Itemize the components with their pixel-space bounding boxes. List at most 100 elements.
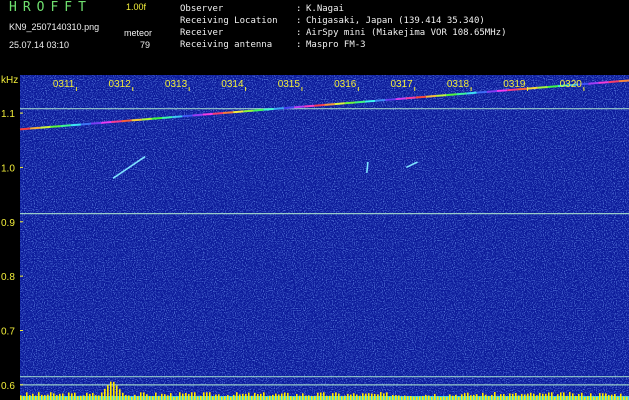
spectrum-bar	[245, 393, 247, 400]
spectrum-bar	[398, 395, 400, 400]
spectrum-bar	[425, 394, 427, 400]
noise-texture	[20, 75, 629, 400]
spectrum-bar	[125, 395, 127, 400]
spectrum-bar	[407, 396, 409, 400]
spectrogram-chart[interactable]: kHz 1.1 1.0 0.9 0.8 0.7 0.6 0311 0312 0313 0314 03…	[0, 75, 629, 400]
y-unit-label: kHz	[1, 75, 18, 86]
spectrum-bar	[449, 394, 451, 400]
spectrum-bar	[143, 392, 145, 400]
spectrum-bar	[257, 394, 259, 400]
spectrum-bar	[335, 392, 337, 400]
spectrum-bar	[263, 392, 265, 400]
spectrum-bar	[419, 396, 421, 400]
spectrum-bar	[404, 395, 406, 400]
spectrum-bar	[314, 395, 316, 400]
spectrum-bar	[35, 395, 37, 400]
spectrum-bar	[560, 392, 562, 400]
spectrum-bar	[200, 395, 202, 400]
spectrogram-panel[interactable]: kHz 1.1 1.0 0.9 0.8 0.7 0.6 0311 0312 0313 0314 03…	[0, 75, 629, 400]
spectrum-bar	[77, 396, 79, 400]
spectrum-bar	[494, 392, 496, 400]
doppler-trace-segment	[456, 92, 467, 96]
doppler-trace-segment	[486, 90, 498, 93]
spectrum-bar	[44, 395, 46, 400]
spectrum-bar	[509, 393, 511, 400]
spectrum-bar	[329, 395, 331, 400]
spectrum-bar	[272, 394, 274, 400]
doppler-trace-segment	[425, 94, 437, 98]
spectrum-bar	[236, 392, 238, 400]
spectrum-bar	[194, 392, 196, 400]
doppler-trace-segment	[222, 111, 234, 115]
spectrum-bar	[242, 393, 244, 400]
spectrum-bar	[473, 394, 475, 400]
spectrum-bar	[575, 395, 577, 400]
doppler-trace-segment	[466, 91, 477, 95]
info-key: Receiver	[180, 28, 224, 38]
spectrum-bar	[620, 393, 622, 400]
spectrum-bar	[206, 392, 208, 400]
doppler-trace-segment	[537, 85, 548, 89]
app-version: 1.00f	[126, 2, 147, 12]
spectrum-bar	[470, 395, 472, 400]
spectrum-bar	[410, 396, 412, 400]
info-row-location: Receiving Location: Chigasaki, Japan (139…	[180, 16, 485, 26]
doppler-trace-segment	[446, 93, 457, 97]
doppler-trace-segment	[385, 98, 396, 102]
spectrum-bar	[167, 395, 169, 400]
spectrum-bar	[569, 392, 571, 400]
spectrum-bar	[503, 394, 505, 400]
spectrum-bar	[362, 393, 364, 400]
spectrum-bar	[278, 394, 280, 400]
spectrum-bar	[353, 393, 355, 400]
spectrum-bar	[521, 394, 523, 400]
x-tick-label: 0314	[221, 79, 244, 90]
doppler-trace-segment	[344, 101, 356, 105]
spectrum-bar	[296, 393, 298, 400]
spectrum-bar	[485, 394, 487, 400]
info-key: Receiving antenna	[180, 40, 273, 50]
spectrum-bar	[563, 392, 565, 400]
spectrum-bar	[59, 393, 61, 400]
spectrum-bar	[212, 396, 214, 400]
doppler-trace-segment	[273, 107, 284, 110]
x-tick-label: 0319	[503, 79, 526, 90]
doppler-trace-segment	[202, 112, 213, 116]
spectrum-bar	[137, 396, 139, 400]
spectrum-bar	[92, 392, 94, 400]
spectrum-bar	[380, 392, 382, 400]
doppler-trace-segment	[30, 126, 41, 130]
x-tick-label: 0312	[109, 79, 132, 90]
info-key: Receiving Location	[180, 16, 278, 26]
spectrum-bar	[71, 393, 73, 400]
spectrum-bar	[626, 396, 628, 400]
spectrum-bar	[479, 396, 481, 400]
spectrum-bar	[413, 396, 415, 400]
spectrum-bar	[551, 392, 553, 400]
spectrum-bar	[83, 395, 85, 400]
spectrum-bar	[377, 394, 379, 400]
spectrum-bar	[566, 396, 568, 400]
doppler-trace-segment	[50, 125, 61, 128]
spectrum-bar	[305, 395, 307, 400]
spectrum-bar	[41, 394, 43, 400]
spectrum-bar	[176, 396, 178, 400]
spectrum-bar	[602, 393, 604, 400]
spectrum-bar	[80, 395, 82, 400]
spectrum-bar	[26, 392, 28, 400]
spectrum-bar	[608, 394, 610, 400]
app-title: HROFFT	[9, 0, 92, 15]
spectrum-bar	[527, 393, 529, 400]
doppler-trace-segment	[60, 124, 71, 128]
spectrum-bar	[326, 395, 328, 400]
spectrum-bar	[383, 393, 385, 400]
spectrum-bar	[29, 395, 31, 400]
spectrum-bar	[197, 396, 199, 400]
spectrum-bar	[23, 395, 25, 400]
timestamp: 25.07.14 03:10	[9, 40, 70, 50]
info-value: Maspro FM-3	[306, 40, 366, 50]
spectrum-bar	[155, 392, 157, 400]
spectrum-bar	[239, 394, 241, 400]
spectrum-bar	[476, 394, 478, 400]
y-tick-label: 0.6	[1, 381, 15, 392]
